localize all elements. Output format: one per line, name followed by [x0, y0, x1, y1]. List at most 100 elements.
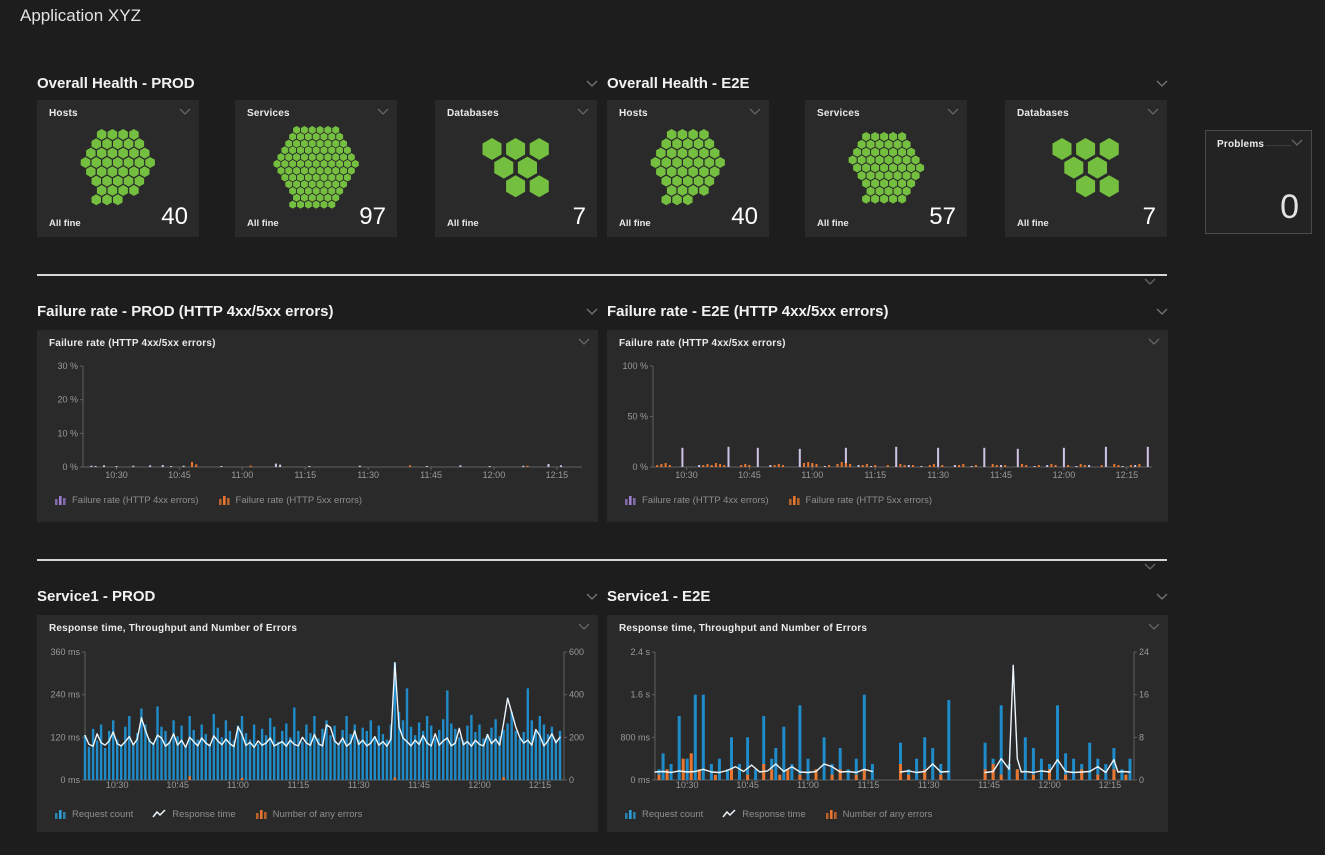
tile-title: Problems	[1217, 139, 1264, 150]
health-tile-e2e-services[interactable]: Services All fine 57	[805, 100, 967, 237]
page-title: Application XYZ	[20, 6, 141, 26]
chevron-down-icon[interactable]	[749, 108, 761, 115]
section-divider	[37, 274, 1167, 276]
svg-text:10 %: 10 %	[57, 428, 78, 438]
svg-text:12:15: 12:15	[529, 780, 552, 790]
svg-text:10:45: 10:45	[738, 470, 761, 480]
chevron-down-icon[interactable]	[947, 108, 959, 115]
legend-label: Failure rate (HTTP 5xx errors)	[236, 495, 363, 506]
svg-text:12:00: 12:00	[468, 780, 491, 790]
legend-item[interactable]: Failure rate (HTTP 4xx errors)	[624, 494, 769, 506]
svg-text:0 %: 0 %	[632, 462, 648, 472]
svg-text:11:30: 11:30	[357, 470, 379, 480]
chart-title: Response time, Throughput and Number of …	[49, 623, 297, 634]
section-header-failure-prod: Failure rate - PROD (HTTP 4xx/5xx errors…	[37, 300, 598, 322]
status-label: All fine	[817, 218, 849, 229]
svg-text:240 ms: 240 ms	[50, 690, 80, 700]
svg-text:11:15: 11:15	[287, 780, 309, 790]
problems-tile[interactable]: Problems 0	[1205, 130, 1312, 234]
chevron-down-icon[interactable]	[1156, 80, 1168, 87]
health-tile-prod-services[interactable]: Services All fine 97	[235, 100, 397, 237]
section-title: Service1 - PROD	[37, 588, 155, 605]
chevron-down-icon[interactable]	[586, 80, 598, 87]
legend-item[interactable]: Request count	[54, 808, 133, 820]
svg-text:0 ms: 0 ms	[60, 775, 80, 785]
section-header-failure-e2e: Failure rate - E2E (HTTP 4xx/5xx errors)	[607, 300, 1168, 322]
chevron-down-icon[interactable]	[1291, 139, 1303, 146]
svg-text:0: 0	[1139, 775, 1144, 785]
svg-text:0 ms: 0 ms	[630, 775, 650, 785]
entity-count: 40	[731, 205, 758, 229]
section-header-health-prod: Overall Health - PROD	[37, 72, 598, 94]
chart-tile-failure-e2e[interactable]: Failure rate (HTTP 4xx/5xx errors) 0 %50…	[607, 330, 1168, 522]
svg-text:10:30: 10:30	[675, 470, 698, 480]
svg-text:800 ms: 800 ms	[620, 732, 650, 742]
chevron-down-icon[interactable]	[1156, 308, 1168, 315]
svg-text:12:00: 12:00	[483, 470, 506, 480]
legend-item[interactable]: Number of any errors	[255, 808, 363, 820]
legend-item[interactable]: Number of any errors	[825, 808, 933, 820]
tile-title: Services	[247, 108, 290, 119]
chevron-down-icon[interactable]	[1144, 563, 1156, 570]
svg-text:12:15: 12:15	[1099, 780, 1122, 790]
tile-title: Databases	[447, 108, 499, 119]
svg-text:400: 400	[569, 690, 584, 700]
chart-tile-service-prod[interactable]: Response time, Throughput and Number of …	[37, 615, 598, 832]
tile-title: Services	[817, 108, 860, 119]
section-header-health-e2e: Overall Health - E2E	[607, 72, 1168, 94]
svg-text:12:15: 12:15	[1116, 470, 1139, 480]
service-metrics-chart: 0 ms120 ms240 ms360 ms020040060010:3010:…	[37, 641, 598, 832]
section-title: Service1 - E2E	[607, 588, 710, 605]
svg-text:24: 24	[1139, 647, 1149, 657]
chevron-down-icon[interactable]	[586, 593, 598, 600]
svg-text:120 ms: 120 ms	[50, 732, 80, 742]
health-tile-e2e-databases[interactable]: Databases All fine 7	[1005, 100, 1167, 237]
legend-label: Failure rate (HTTP 5xx errors)	[806, 495, 933, 506]
chevron-down-icon[interactable]	[1148, 623, 1160, 630]
chevron-down-icon[interactable]	[1156, 593, 1168, 600]
service-metrics-chart: 0 ms800 ms1.6 s2.4 s08162410:3010:4511:0…	[607, 641, 1168, 832]
legend-item[interactable]: Failure rate (HTTP 5xx errors)	[218, 494, 363, 506]
svg-text:50 %: 50 %	[627, 412, 648, 422]
chevron-down-icon[interactable]	[1147, 108, 1159, 115]
legend-item[interactable]: Failure rate (HTTP 4xx errors)	[54, 494, 199, 506]
status-label: All fine	[619, 218, 651, 229]
chart-legend: Failure rate (HTTP 4xx errors) Failure ra…	[54, 494, 362, 506]
svg-text:11:00: 11:00	[797, 780, 819, 790]
status-label: All fine	[49, 218, 81, 229]
chart-tile-service-e2e[interactable]: Response time, Throughput and Number of …	[607, 615, 1168, 832]
legend-item[interactable]: Response time	[152, 808, 235, 820]
chevron-down-icon[interactable]	[586, 308, 598, 315]
svg-text:11:00: 11:00	[231, 470, 253, 480]
tile-title: Databases	[1017, 108, 1069, 119]
chevron-down-icon[interactable]	[577, 108, 589, 115]
bar-series-icon	[54, 494, 67, 506]
legend-label: Request count	[72, 809, 133, 820]
chevron-down-icon[interactable]	[377, 108, 389, 115]
svg-text:100 %: 100 %	[622, 361, 648, 371]
svg-text:11:00: 11:00	[801, 470, 823, 480]
chevron-down-icon[interactable]	[179, 108, 191, 115]
chevron-down-icon[interactable]	[1148, 338, 1160, 345]
health-tile-prod-databases[interactable]: Databases All fine 7	[435, 100, 597, 237]
bar-series-icon	[788, 494, 801, 506]
svg-text:600: 600	[569, 647, 584, 657]
tile-title: Hosts	[49, 108, 78, 119]
chevron-down-icon[interactable]	[578, 623, 590, 630]
chart-legend: Request count Response time Number of any …	[54, 808, 362, 820]
chevron-down-icon[interactable]	[578, 338, 590, 345]
legend-label: Failure rate (HTTP 4xx errors)	[642, 495, 769, 506]
entity-count: 57	[929, 205, 956, 229]
status-label: All fine	[447, 218, 479, 229]
health-tile-prod-hosts[interactable]: Hosts All fine 40	[37, 100, 199, 237]
legend-item[interactable]: Response time	[722, 808, 805, 820]
svg-text:0 %: 0 %	[62, 462, 78, 472]
chart-tile-failure-prod[interactable]: Failure rate (HTTP 4xx/5xx errors) 0 %10…	[37, 330, 598, 522]
legend-item[interactable]: Request count	[624, 808, 703, 820]
svg-text:360 ms: 360 ms	[50, 647, 80, 657]
health-tile-e2e-hosts[interactable]: Hosts All fine 40	[607, 100, 769, 237]
chevron-down-icon[interactable]	[1144, 278, 1156, 285]
svg-text:2.4 s: 2.4 s	[630, 647, 650, 657]
bar-series-icon	[825, 808, 838, 820]
legend-item[interactable]: Failure rate (HTTP 5xx errors)	[788, 494, 933, 506]
